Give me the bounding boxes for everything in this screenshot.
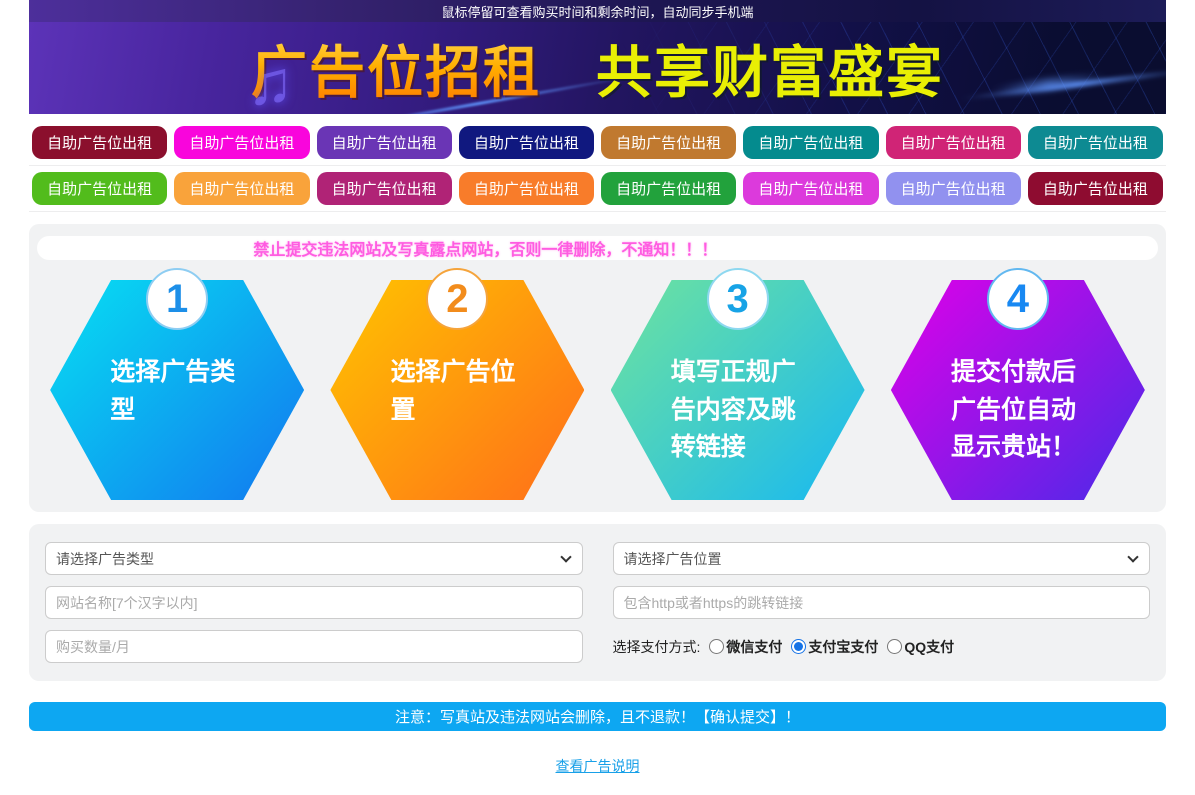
step-card: 1 选择广告类型 [50, 268, 305, 500]
step-text: 选择广告类型 [110, 358, 236, 424]
payment-options: 微信支付 支付宝支付 QQ支付 [700, 637, 954, 657]
notice-text: 禁止提交违法网站及写真露点网站，否则一律删除，不通知！！！ [253, 242, 718, 259]
payment-option-label: 微信支付 [726, 638, 783, 655]
payment-radio[interactable] [887, 639, 903, 654]
step-number-badge: 2 [426, 268, 489, 330]
ad-rent-button[interactable]: 自助广告位出租 [458, 172, 594, 205]
ad-rent-button[interactable]: 自助广告位出租 [601, 172, 737, 205]
ad-order-form: 请选择广告类型 请选择广告位置 选择支付方式: 微信支付 支付宝支付 QQ支付 [29, 524, 1166, 681]
jump-link-input[interactable] [612, 586, 1150, 619]
topbar-hint-text: 鼠标停留可查看购买时间和剩余时间，自动同步手机端 [441, 4, 754, 20]
step-number-badge: 3 [706, 268, 769, 330]
ad-rent-button[interactable]: 自助广告位出租 [601, 126, 737, 159]
ad-rent-button[interactable]: 自助广告位出租 [316, 126, 452, 159]
step-text: 选择广告位置 [390, 358, 516, 424]
ad-position-select[interactable]: 请选择广告位置 [612, 542, 1150, 575]
payment-option-支付宝支付[interactable]: 支付宝支付 [791, 637, 878, 657]
ad-rent-button[interactable]: 自助广告位出租 [174, 172, 310, 205]
payment-option-label: 支付宝支付 [808, 638, 879, 655]
ad-rent-button[interactable]: 自助广告位出租 [1027, 172, 1163, 205]
ad-rent-button[interactable]: 自助广告位出租 [32, 126, 168, 159]
banner-subtitle: 共享财富盛宴 [596, 40, 944, 104]
site-name-input[interactable] [45, 586, 583, 619]
ad-button-row-1: 自助广告位出租 自助广告位出租 自助广告位出租 自助广告位出租 自助广告位出租 自助广告位… [29, 120, 1166, 166]
ad-rent-button[interactable]: 自助广告位出租 [174, 126, 310, 159]
quantity-input[interactable] [45, 630, 583, 663]
step-number-badge: 1 [146, 268, 209, 330]
step-text: 填写正规广告内容及跳转链接 [670, 358, 796, 461]
step-number-badge: 4 [986, 268, 1049, 330]
payment-option-微信支付[interactable]: 微信支付 [709, 637, 782, 657]
payment-option-QQ支付[interactable]: QQ支付 [887, 637, 954, 657]
step-text: 提交付款后广告位自动显示贵站！ [951, 358, 1077, 461]
payment-option-label: QQ支付 [904, 638, 955, 655]
step-card: 2 选择广告位置 [330, 268, 585, 500]
payment-method-row: 选择支付方式: 微信支付 支付宝支付 QQ支付 [613, 637, 1151, 657]
confirm-submit-button[interactable]: 注意：写真站及违法网站会删除，且不退款！【确认提交】！ [29, 702, 1166, 731]
ad-rent-button[interactable]: 自助广告位出租 [743, 126, 879, 159]
ad-rent-button[interactable]: 自助广告位出租 [32, 172, 168, 205]
ad-position-select-wrap: 请选择广告位置 [612, 542, 1150, 575]
footer: 查看广告说明 [29, 756, 1166, 776]
ad-rent-button[interactable]: 自助广告位出租 [458, 126, 594, 159]
ad-info-link[interactable]: 查看广告说明 [556, 758, 640, 774]
ad-button-row-2: 自助广告位出租 自助广告位出租 自助广告位出租 自助广告位出租 自助广告位出租 自助广告位… [29, 166, 1166, 212]
payment-method-label: 选择支付方式: [612, 638, 701, 655]
banner: ♫ 广告位招租 共享财富盛宴 [29, 22, 1166, 114]
topbar: 鼠标停留可查看购买时间和剩余时间，自动同步手机端 [29, 0, 1166, 22]
ad-rent-button[interactable]: 自助广告位出租 [885, 126, 1021, 159]
banner-content: 广告位招租 共享财富盛宴 [29, 22, 1166, 114]
payment-radio[interactable] [709, 639, 725, 654]
notice-bar: 禁止提交违法网站及写真露点网站，否则一律删除，不通知！！！ [37, 236, 1158, 260]
step-card: 4 提交付款后广告位自动显示贵站！ [890, 268, 1145, 500]
ad-rent-button[interactable]: 自助广告位出租 [743, 172, 879, 205]
step-card: 3 填写正规广告内容及跳转链接 [610, 268, 865, 500]
steps-panel: 禁止提交违法网站及写真露点网站，否则一律删除，不通知！！！ 1 选择广告类型 2 选择… [29, 224, 1166, 512]
payment-radio[interactable] [791, 639, 807, 654]
banner-title: 广告位招租 [251, 28, 541, 109]
music-note-icon: ♫ [247, 49, 294, 114]
ad-rent-button[interactable]: 自助广告位出租 [316, 172, 452, 205]
ad-type-select-wrap: 请选择广告类型 [45, 542, 583, 575]
ad-type-select[interactable]: 请选择广告类型 [45, 542, 583, 575]
page-container: 鼠标停留可查看购买时间和剩余时间，自动同步手机端 ♫ 广告位招租 共享财富盛宴 … [29, 0, 1166, 776]
steps-row: 1 选择广告类型 2 选择广告位置 3 填写正规广告内容及跳转链接 4 提交付款后广告位自动显… [37, 268, 1158, 500]
ad-rent-button[interactable]: 自助广告位出租 [885, 172, 1021, 205]
ad-button-rows: 自助广告位出租 自助广告位出租 自助广告位出租 自助广告位出租 自助广告位出租 自助广告位… [29, 120, 1166, 212]
ad-rent-button[interactable]: 自助广告位出租 [1027, 126, 1163, 159]
